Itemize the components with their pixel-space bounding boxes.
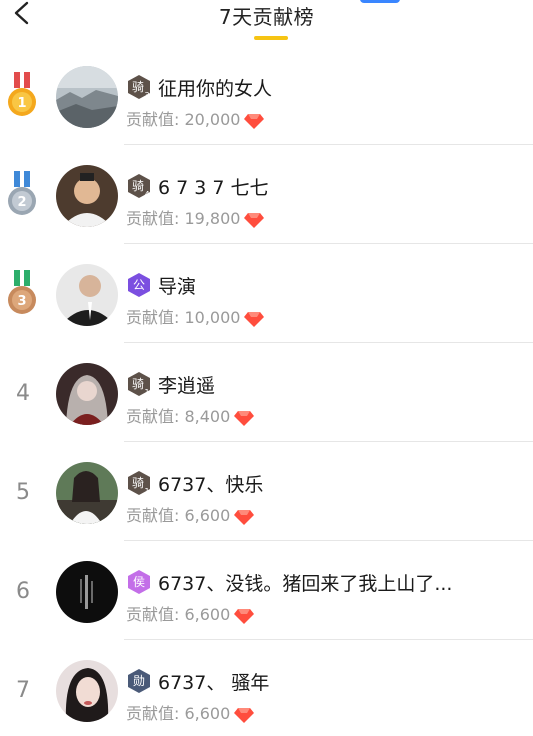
avatar[interactable] — [56, 561, 118, 623]
rank-badge-icon: 骑 1 — [128, 372, 150, 397]
rank-number: 6 — [16, 579, 30, 604]
svg-text:骑: 骑 — [132, 80, 144, 94]
contribution-value: 贡献值: 20,000 — [126, 106, 265, 130]
user-name: 李逍遥 — [158, 375, 216, 397]
svg-text:3: 3 — [144, 91, 149, 100]
user-name: 6737、 骚年 — [158, 672, 270, 694]
rank-number: 4 — [16, 381, 30, 406]
header: 7天贡献榜 — [0, 0, 533, 50]
svg-text:侯: 侯 — [133, 575, 145, 589]
rank-badge-icon: 骑 1 — [128, 471, 150, 496]
user-name: 6737、没钱。猪回来了我上山了... — [158, 573, 453, 595]
rank-badge-icon: 骑 4 — [128, 174, 150, 199]
gem-icon — [244, 113, 265, 129]
svg-text:骑: 骑 — [132, 476, 144, 490]
list-item[interactable]: 3 公 导演 贡献值: 10,000 — [0, 244, 533, 343]
gem-icon — [244, 212, 265, 228]
user-name: 导演 — [158, 276, 197, 298]
gem-icon — [234, 509, 255, 525]
rank-badge-icon: 勋 — [128, 669, 150, 693]
avatar[interactable] — [56, 462, 118, 524]
gem-icon — [234, 410, 255, 426]
contribution-value: 贡献值: 6,600 — [126, 502, 255, 526]
bronze-medal-icon: 3 — [8, 270, 36, 314]
list-item[interactable]: 5 骑 1 6737、快乐 贡献值: 6,600 — [0, 442, 533, 541]
svg-text:骑: 骑 — [132, 179, 144, 193]
list-item[interactable]: 6 侯 6737、没钱。猪回来了我上山了... 贡献值: 6,600 — [0, 541, 533, 640]
gold-medal-icon: 1 — [8, 72, 36, 116]
rank-number: 7 — [16, 678, 30, 703]
svg-text:1: 1 — [144, 388, 149, 397]
title-underline — [254, 36, 288, 40]
contribution-value: 贡献值: 10,000 — [126, 304, 265, 328]
list-item[interactable]: 2 骑 4 6 7 3 7 七七 贡献值: 19,800 — [0, 145, 533, 244]
avatar[interactable] — [56, 66, 118, 128]
rank-badge-icon: 公 — [128, 273, 150, 297]
gem-icon — [234, 707, 255, 723]
list-item[interactable]: 7 勋 6737、 骚年 贡献值: 6,600 — [0, 640, 533, 736]
rank-badge-icon: 侯 — [128, 570, 150, 594]
silver-medal-icon: 2 — [8, 171, 36, 215]
list-item[interactable]: 4 骑 1 李逍遥 贡献值: 8,400 — [0, 343, 533, 442]
svg-text:4: 4 — [144, 190, 149, 199]
svg-text:3: 3 — [17, 294, 26, 309]
svg-text:1: 1 — [17, 96, 26, 111]
avatar[interactable] — [56, 660, 118, 722]
svg-text:勋: 勋 — [133, 674, 145, 688]
contribution-value: 贡献值: 19,800 — [126, 205, 265, 229]
svg-text:1: 1 — [144, 487, 149, 496]
rank-badge-icon: 骑 3 — [128, 75, 150, 100]
user-name: 6737、快乐 — [158, 474, 264, 496]
contribution-value: 贡献值: 6,600 — [126, 601, 255, 625]
avatar[interactable] — [56, 165, 118, 227]
svg-text:骑: 骑 — [132, 377, 144, 391]
contribution-value: 贡献值: 6,600 — [126, 700, 255, 724]
avatar[interactable] — [56, 264, 118, 326]
page-title: 7天贡献榜 — [218, 5, 315, 29]
svg-text:2: 2 — [17, 195, 26, 210]
user-name: 征用你的女人 — [158, 78, 273, 100]
gem-icon — [234, 608, 255, 624]
list-item[interactable]: 1 骑 3 征用你的女人 贡献值: 20,000 — [0, 46, 533, 145]
rank-number: 5 — [16, 480, 30, 505]
user-name: 6 7 3 7 七七 — [158, 177, 269, 199]
svg-text:公: 公 — [133, 278, 145, 292]
gem-icon — [244, 311, 265, 327]
contribution-value: 贡献值: 8,400 — [126, 403, 255, 427]
avatar[interactable] — [56, 363, 118, 425]
